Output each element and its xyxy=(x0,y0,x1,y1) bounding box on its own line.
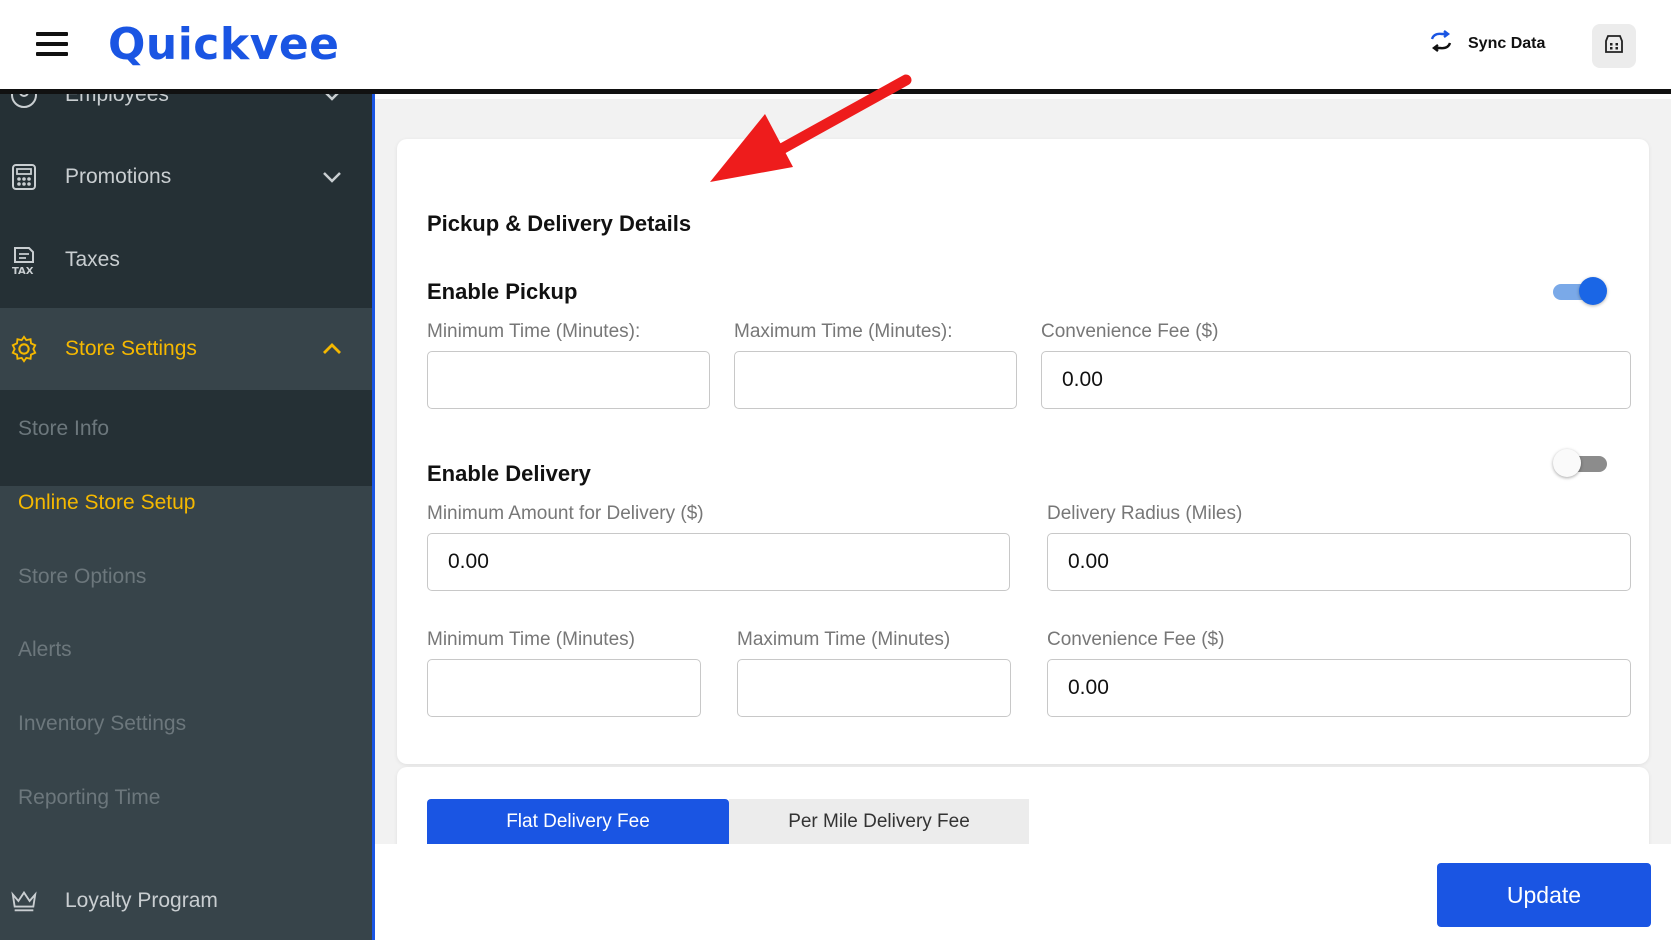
submenu-item-label: Reporting Time xyxy=(18,786,161,809)
pickup-fee-label: Convenience Fee ($) xyxy=(1041,321,1219,342)
chevron-down-icon[interactable] xyxy=(320,165,344,189)
submenu-item-online-store-setup[interactable]: Online Store Setup xyxy=(0,464,372,542)
chevron-down-icon[interactable] xyxy=(320,94,344,107)
card-title: Pickup & Delivery Details xyxy=(427,211,692,236)
tab-label: Per Mile Delivery Fee xyxy=(788,811,970,832)
delivery-max-time-label: Maximum Time (Minutes) xyxy=(737,629,951,650)
submenu-item-label: Alerts xyxy=(18,638,72,661)
submenu-item-inventory-settings[interactable]: Inventory Settings xyxy=(0,685,372,763)
delivery-max-time-input[interactable] xyxy=(737,659,1011,717)
sidebar-item-employees[interactable]: Employees xyxy=(0,94,372,136)
submenu-item-store-info[interactable]: Store Info xyxy=(0,390,372,468)
sidebar-item-label: Store Settings xyxy=(65,337,197,360)
submenu-item-store-options[interactable]: Store Options xyxy=(0,538,372,616)
gear-icon xyxy=(10,335,38,363)
delivery-toggle[interactable] xyxy=(1553,448,1609,478)
sidebar-item-loyalty-program[interactable]: Loyalty Program xyxy=(0,860,372,940)
submenu-item-label: Online Store Setup xyxy=(18,491,196,514)
crown-icon xyxy=(10,887,38,915)
svg-text:TAX: TAX xyxy=(12,266,34,275)
update-button[interactable]: Update xyxy=(1437,863,1651,927)
logo-text: Quickvee xyxy=(108,18,340,70)
sync-data-label: Sync Data xyxy=(1468,34,1546,52)
delivery-radius-label: Delivery Radius (Miles) xyxy=(1047,503,1243,524)
enable-pickup-title: Enable Pickup xyxy=(427,279,578,304)
pickup-delivery-card: Pickup & Delivery Details Enable Pickup … xyxy=(397,139,1649,764)
store-icon xyxy=(1603,33,1625,60)
tax-icon: TAX xyxy=(10,246,38,275)
submenu-item-reporting-time[interactable]: Reporting Time xyxy=(0,759,372,837)
delivery-min-amount-input[interactable] xyxy=(427,533,1010,591)
tab-label: Flat Delivery Fee xyxy=(506,811,650,832)
delivery-min-amount-label: Minimum Amount for Delivery ($) xyxy=(427,503,704,524)
delivery-min-time-input[interactable] xyxy=(427,659,701,717)
delivery-fee-label: Convenience Fee ($) xyxy=(1047,629,1225,650)
quickvee-logo[interactable]: Quickvee xyxy=(108,14,340,74)
pickup-max-time-label: Maximum Time (Minutes): xyxy=(734,321,953,342)
chevron-up-icon[interactable] xyxy=(320,337,344,361)
sidebar-item-store-settings[interactable]: Store Settings xyxy=(0,308,372,390)
sidebar-item-label: Promotions xyxy=(65,165,172,188)
submenu-item-label: Store Info xyxy=(18,417,110,440)
sidebar-item-label: Loyalty Program xyxy=(65,889,218,912)
tab-per-mile-delivery-fee[interactable]: Per Mile Delivery Fee xyxy=(729,799,1029,844)
delivery-fee-input[interactable] xyxy=(1047,659,1631,717)
submenu-item-label: Inventory Settings xyxy=(18,712,187,735)
submenu-item-alerts[interactable]: Alerts xyxy=(0,611,372,689)
sync-icon xyxy=(1428,30,1454,57)
sidebar-item-label: Taxes xyxy=(65,248,120,271)
pickup-min-time-input[interactable] xyxy=(427,351,710,409)
pickup-max-time-input[interactable] xyxy=(734,351,1017,409)
delivery-radius-input[interactable] xyxy=(1047,533,1631,591)
sidebar-item-taxes[interactable]: TAX Taxes xyxy=(0,219,372,301)
pickup-fee-input[interactable] xyxy=(1041,351,1631,409)
sidebar-item-promotions[interactable]: Promotions xyxy=(0,136,372,218)
calculator-icon xyxy=(10,163,38,191)
sidebar: Employees Promotions TAX Taxes Store Set… xyxy=(0,94,372,940)
submenu-item-label: Store Options xyxy=(18,565,147,588)
sync-data-button[interactable]: Sync Data xyxy=(1428,30,1545,57)
menu-icon[interactable] xyxy=(36,32,68,58)
main-content[interactable]: Pickup & Delivery Details Enable Pickup … xyxy=(375,99,1671,844)
pickup-min-time-label: Minimum Time (Minutes): xyxy=(427,321,641,342)
pickup-toggle[interactable] xyxy=(1551,276,1607,306)
user-circle-icon xyxy=(10,94,38,109)
enable-delivery-title: Enable Delivery xyxy=(427,461,591,486)
delivery-min-time-label: Minimum Time (Minutes) xyxy=(427,629,635,650)
app-root: Quickvee Sync Data Employees Promotions … xyxy=(0,0,1671,940)
tab-flat-delivery-fee[interactable]: Flat Delivery Fee xyxy=(427,799,729,844)
sidebar-item-label: Employees xyxy=(65,94,169,106)
store-switch-button[interactable] xyxy=(1592,24,1636,68)
top-header: Quickvee Sync Data xyxy=(0,0,1671,94)
